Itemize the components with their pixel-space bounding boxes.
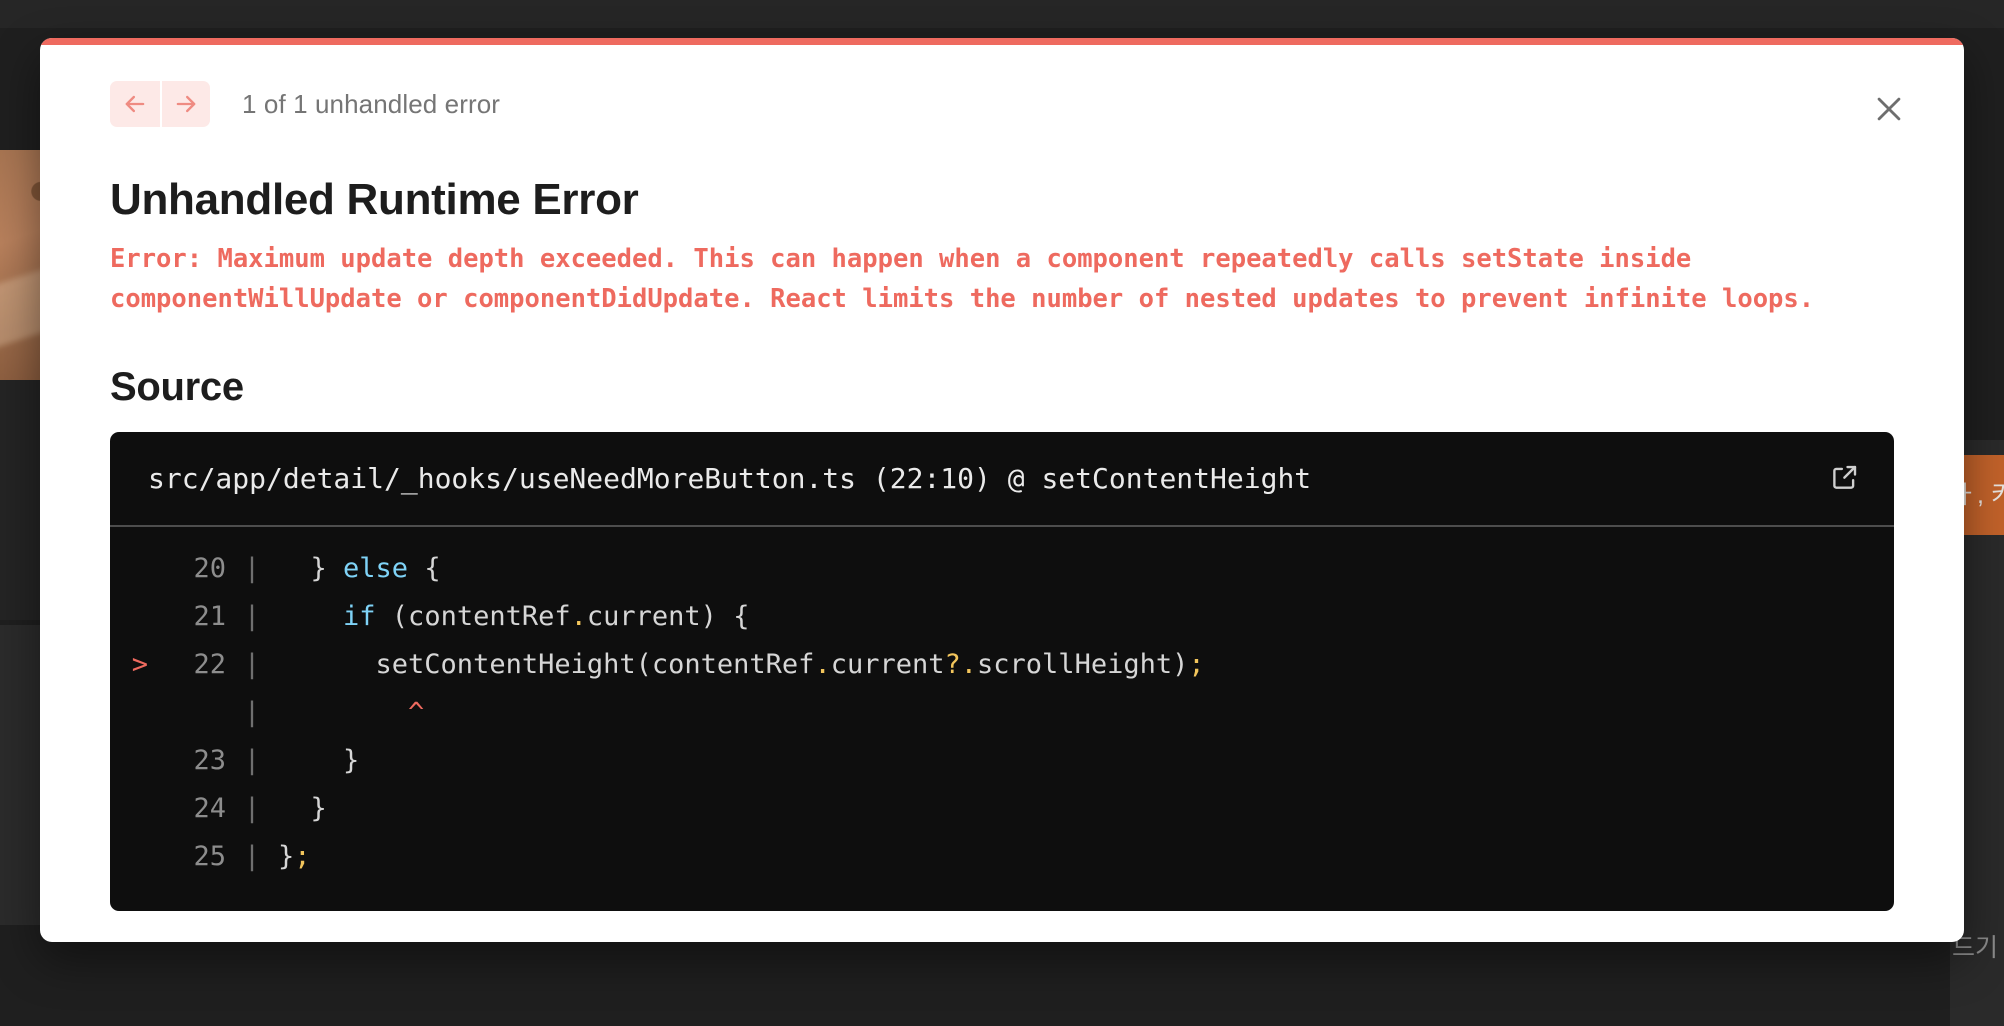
code-gutter-divider: | xyxy=(243,697,261,728)
error-overlay-dialog: 1 of 1 unhandled error Unhandled Runtime… xyxy=(40,38,1964,942)
code-gutter-divider: | xyxy=(243,745,261,776)
code-gutter-divider: | xyxy=(243,601,261,632)
code-line-number: 20 xyxy=(193,553,226,584)
code-line: | ^ xyxy=(110,689,1894,737)
code-line-marker: > xyxy=(131,649,148,680)
code-gutter-divider: | xyxy=(243,793,261,824)
code-line-text: if (contentRef.current) { xyxy=(343,601,750,632)
background-topbar xyxy=(0,0,2004,28)
close-icon xyxy=(1872,92,1906,129)
source-section-title: Source xyxy=(110,365,244,409)
code-line: 25 |}; xyxy=(110,833,1894,881)
code-line-number: 25 xyxy=(193,841,226,872)
code-line: 20 | } else { xyxy=(110,545,1894,593)
close-overlay-button[interactable] xyxy=(1862,83,1916,137)
error-count-label: 1 of 1 unhandled error xyxy=(242,88,501,119)
accent-bar xyxy=(40,38,1964,45)
source-code-lines: 20 | } else { 21 | if (contentRef.current) … xyxy=(110,527,1894,911)
source-file-path: src/app/detail/_hooks/useNeedMoreButton.… xyxy=(148,462,1312,495)
code-line-number: 21 xyxy=(193,601,226,632)
code-line-text: } else { xyxy=(278,553,441,584)
arrow-right-icon xyxy=(172,90,200,118)
source-code-header: src/app/detail/_hooks/useNeedMoreButton.… xyxy=(110,432,1894,527)
source-code-card: src/app/detail/_hooks/useNeedMoreButton.… xyxy=(110,432,1894,911)
runtime-error-title: Unhandled Runtime Error xyxy=(110,175,639,224)
code-line-number: 23 xyxy=(193,745,226,776)
code-line-text: } xyxy=(278,745,360,776)
external-link-icon xyxy=(1830,462,1860,495)
dialog-body: 1 of 1 unhandled error Unhandled Runtime… xyxy=(40,45,1964,942)
code-line: 24 | } xyxy=(110,785,1894,833)
open-in-editor-button[interactable] xyxy=(1826,458,1864,499)
code-line: 23 | } xyxy=(110,737,1894,785)
code-line-text: ^ xyxy=(408,697,425,728)
previous-error-button[interactable] xyxy=(110,81,160,127)
code-line-text: } xyxy=(278,793,327,824)
code-line: 21 | if (contentRef.current) { xyxy=(110,593,1894,641)
background-panel-lower xyxy=(0,625,44,925)
code-line-text: setContentHeight(contentRef.current?.scr… xyxy=(278,649,1205,680)
code-gutter-divider: | xyxy=(243,649,261,680)
error-nav-group xyxy=(110,81,210,127)
dialog-header: 1 of 1 unhandled error xyxy=(72,81,1932,127)
code-line-text: }; xyxy=(278,841,311,872)
error-message-text: Error: Maximum update depth exceeded. Th… xyxy=(110,244,1815,314)
next-error-button[interactable] xyxy=(160,81,210,127)
code-line-number: 24 xyxy=(193,793,226,824)
background-panel-upper xyxy=(0,380,44,620)
code-line-number: 22 xyxy=(193,649,226,680)
arrow-left-icon xyxy=(121,90,149,118)
code-gutter-divider: | xyxy=(243,841,261,872)
code-line: >22 | setContentHeight(contentRef.current… xyxy=(110,641,1894,689)
code-gutter-divider: | xyxy=(243,553,261,584)
